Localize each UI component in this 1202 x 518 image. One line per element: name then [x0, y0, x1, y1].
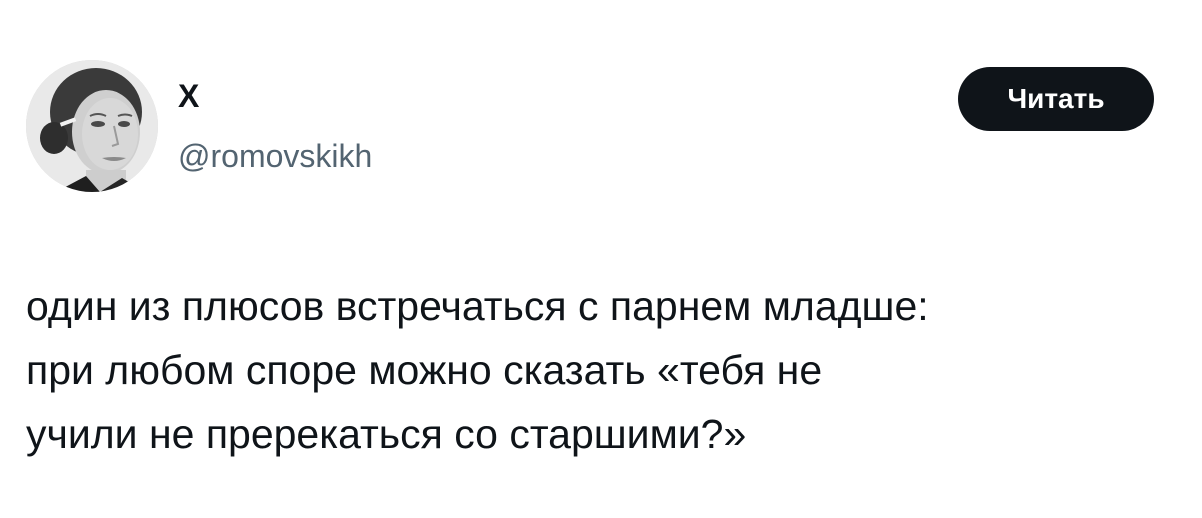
avatar-photo	[26, 60, 158, 192]
author-name[interactable]: Х	[178, 76, 199, 116]
tweet-text: один из плюсов встречаться с парнем млад…	[26, 274, 1176, 466]
author-handle[interactable]: @romovskikh	[178, 136, 372, 176]
tweet-text-line: учили не пререкаться со старшими?»	[26, 411, 747, 457]
tweet-text-line: один из плюсов встречаться с парнем млад…	[26, 283, 929, 329]
avatar[interactable]	[26, 60, 158, 192]
tweet-card: Х @romovskikh Читать один из плюсов встр…	[0, 0, 1202, 518]
follow-button[interactable]: Читать	[958, 67, 1154, 131]
tweet-text-line: при любом споре можно сказать «тебя не	[26, 347, 823, 393]
